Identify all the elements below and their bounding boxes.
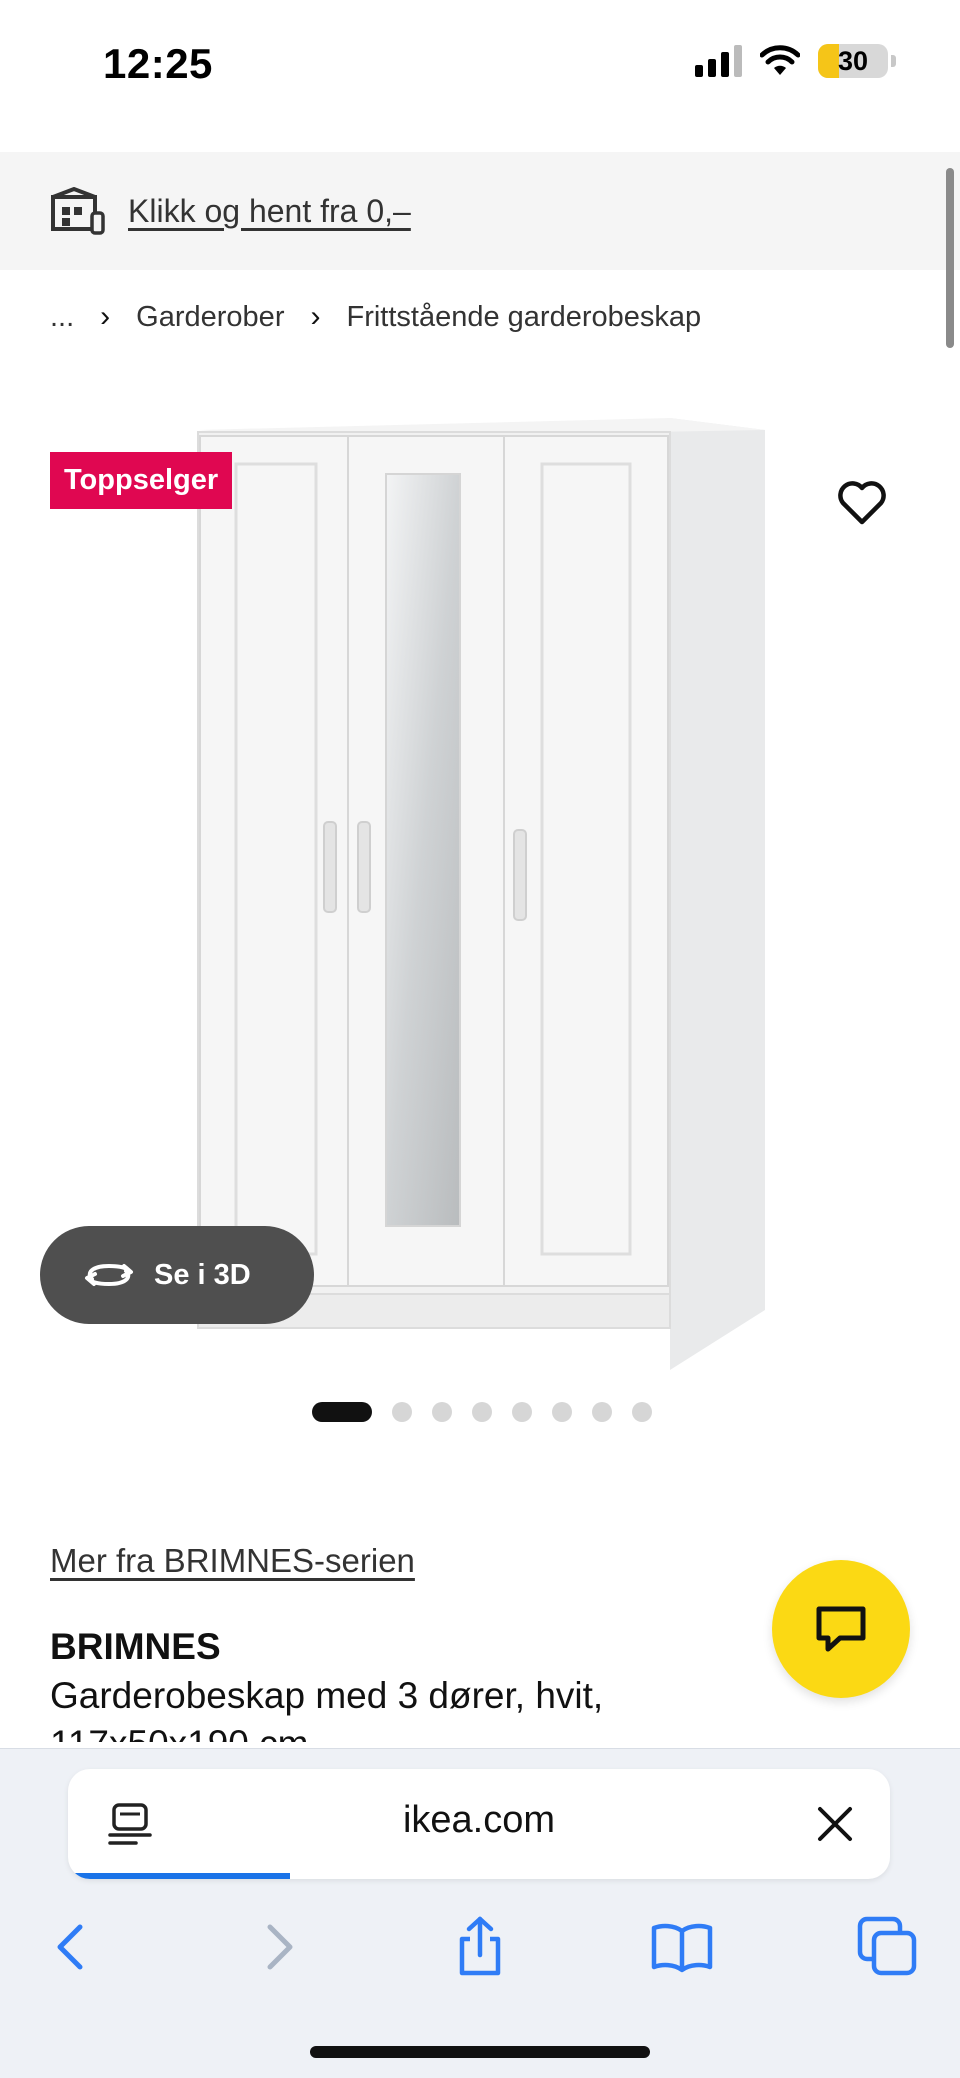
carousel-dot[interactable] bbox=[472, 1402, 492, 1422]
store-pickup-icon bbox=[51, 187, 105, 235]
product-image-carousel[interactable]: Toppselger Se i 3D bbox=[0, 380, 960, 1380]
breadcrumb-item-wardrobes[interactable]: Garderober bbox=[136, 301, 284, 334]
forward-icon[interactable] bbox=[246, 1915, 310, 1979]
share-icon[interactable] bbox=[448, 1915, 512, 1979]
carousel-dot[interactable] bbox=[512, 1402, 532, 1422]
status-bar: 12:25 30 bbox=[0, 0, 960, 130]
cellular-signal-icon bbox=[695, 45, 742, 77]
tabs-icon[interactable] bbox=[856, 1915, 920, 1979]
bookmarks-icon[interactable] bbox=[650, 1915, 714, 1979]
chat-button[interactable] bbox=[772, 1560, 910, 1698]
view-in-3d-button[interactable]: Se i 3D bbox=[40, 1226, 314, 1324]
scroll-indicator[interactable] bbox=[946, 168, 954, 348]
series-link[interactable]: Mer fra BRIMNES-serien bbox=[50, 1542, 415, 1580]
click-and-collect-link[interactable]: Klikk og hent fra 0,– bbox=[128, 193, 411, 230]
view-in-3d-label: Se i 3D bbox=[154, 1258, 251, 1291]
browser-toolbar bbox=[0, 1907, 960, 1997]
browser-chrome: ikea.com bbox=[0, 1748, 960, 2078]
chevron-right-icon: › bbox=[100, 300, 111, 333]
carousel-dot[interactable] bbox=[432, 1402, 452, 1422]
wifi-icon bbox=[760, 45, 800, 75]
carousel-dot[interactable] bbox=[592, 1402, 612, 1422]
page-load-progress bbox=[68, 1873, 290, 1879]
heart-icon[interactable] bbox=[832, 472, 892, 532]
home-indicator[interactable] bbox=[310, 2046, 650, 2058]
battery-percentage: 30 bbox=[837, 45, 869, 76]
carousel-pagination bbox=[312, 1402, 652, 1422]
chat-bubble-icon bbox=[816, 1606, 866, 1652]
top-seller-badge: Toppselger bbox=[50, 452, 233, 509]
back-icon[interactable] bbox=[40, 1915, 104, 1979]
carousel-dot[interactable] bbox=[392, 1402, 412, 1422]
battery-icon: 30 bbox=[818, 44, 888, 78]
carousel-dot[interactable] bbox=[312, 1402, 372, 1422]
breadcrumb-item-freestanding-wardrobes[interactable]: Frittstående garderobeskap bbox=[346, 301, 701, 334]
carousel-dot[interactable] bbox=[632, 1402, 652, 1422]
url-text[interactable]: ikea.com bbox=[68, 1799, 890, 1842]
breadcrumb: ... › Garderober › Frittstående garderob… bbox=[50, 300, 701, 334]
close-icon[interactable] bbox=[814, 1803, 856, 1845]
carousel-dot[interactable] bbox=[552, 1402, 572, 1422]
rotate-3d-icon bbox=[85, 1263, 133, 1287]
chevron-right-icon: › bbox=[310, 300, 321, 333]
breadcrumb-item-ellipsis[interactable]: ... bbox=[50, 301, 74, 334]
promo-banner[interactable]: Klikk og hent fra 0,– bbox=[0, 152, 960, 270]
status-icons: 30 bbox=[695, 44, 896, 78]
product-description: Garderobeskap med 3 dører, hvit, 117x50x… bbox=[50, 1675, 604, 1742]
product-name: BRIMNES bbox=[50, 1626, 221, 1667]
address-bar[interactable]: ikea.com bbox=[68, 1769, 890, 1879]
status-time: 12:25 bbox=[103, 40, 213, 87]
